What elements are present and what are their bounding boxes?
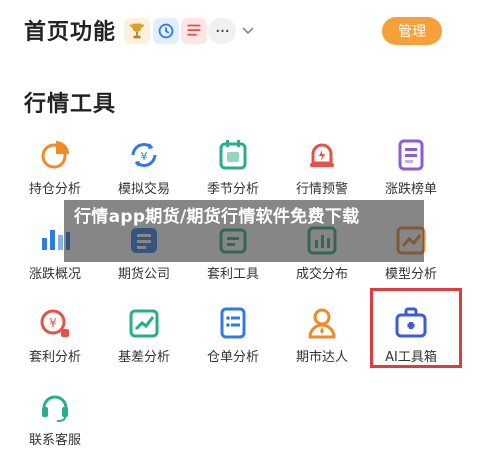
pie-chart-icon [37, 137, 73, 173]
tile-futures-expert[interactable]: 期市达人 [277, 305, 367, 375]
tile-label: 期货公司 [117, 267, 170, 282]
svg-text:¥: ¥ [141, 150, 148, 163]
tile-label: 涨跌榜单 [384, 182, 437, 197]
highlight-box [370, 288, 462, 368]
section-title: 行情工具 [24, 92, 117, 117]
tile-label: 行情预警 [295, 182, 348, 197]
tile-label: 基差分析 [117, 350, 170, 365]
ranking-list-icon [393, 137, 429, 173]
tile-label: 成交分布 [295, 267, 348, 282]
tile-label: 套利工具 [206, 267, 259, 282]
tile-label: 仓单分析 [206, 350, 259, 365]
tile-arbitrage-analysis[interactable]: ¥ 套利分析 [10, 305, 100, 375]
arbitrage-icon: ¥ [37, 305, 73, 341]
trend-chart-icon [126, 305, 162, 341]
tile-label: 期市达人 [295, 350, 348, 365]
tile-position-analysis[interactable]: 持仓分析 [10, 137, 100, 207]
trophy-icon[interactable] [124, 18, 150, 44]
tile-basis-analysis[interactable]: 基差分析 [99, 305, 189, 375]
yen-exchange-icon: ¥ [126, 137, 162, 173]
headset-icon [37, 388, 73, 424]
tile-simulated-trading[interactable]: ¥ 模拟交易 [99, 137, 189, 207]
chevron-down-icon[interactable] [240, 22, 256, 38]
manage-button[interactable]: 管理 [382, 17, 442, 45]
tile-ranking-list[interactable]: 涨跌榜单 [366, 137, 456, 207]
svg-text:¥: ¥ [49, 316, 57, 330]
calendar-season-icon [215, 137, 251, 173]
tile-label: 套利分析 [28, 350, 81, 365]
tile-label: 模拟交易 [117, 182, 170, 197]
header-bar: 首页功能 ··· 管理 [0, 0, 487, 62]
tile-label: 模型分析 [384, 267, 437, 282]
tile-label: 季节分析 [206, 182, 259, 197]
tile-label: 涨跌概况 [28, 267, 81, 282]
more-button[interactable]: ··· [208, 18, 236, 44]
refresh-exchange-icon[interactable] [153, 18, 179, 44]
tile-contact-support[interactable]: 联系客服 [10, 388, 100, 458]
tile-label: 持仓分析 [28, 182, 81, 197]
expert-user-icon [304, 305, 340, 341]
document-list-icon [215, 305, 251, 341]
tile-seasonal-analysis[interactable]: 季节分析 [188, 137, 278, 207]
tile-label: 联系客服 [28, 433, 81, 448]
tile-market-alert[interactable]: 行情预警 [277, 137, 367, 207]
watermark-banner: 行情app期货/期货行情软件免费下载 [64, 200, 424, 262]
alarm-bell-icon [304, 137, 340, 173]
banner-text: 行情app期货/期货行情软件免费下载 [74, 207, 360, 227]
tile-warehouse-receipt-analysis[interactable]: 仓单分析 [188, 305, 278, 375]
page-title: 首页功能 [24, 20, 117, 45]
currency-list-icon[interactable] [181, 18, 207, 44]
